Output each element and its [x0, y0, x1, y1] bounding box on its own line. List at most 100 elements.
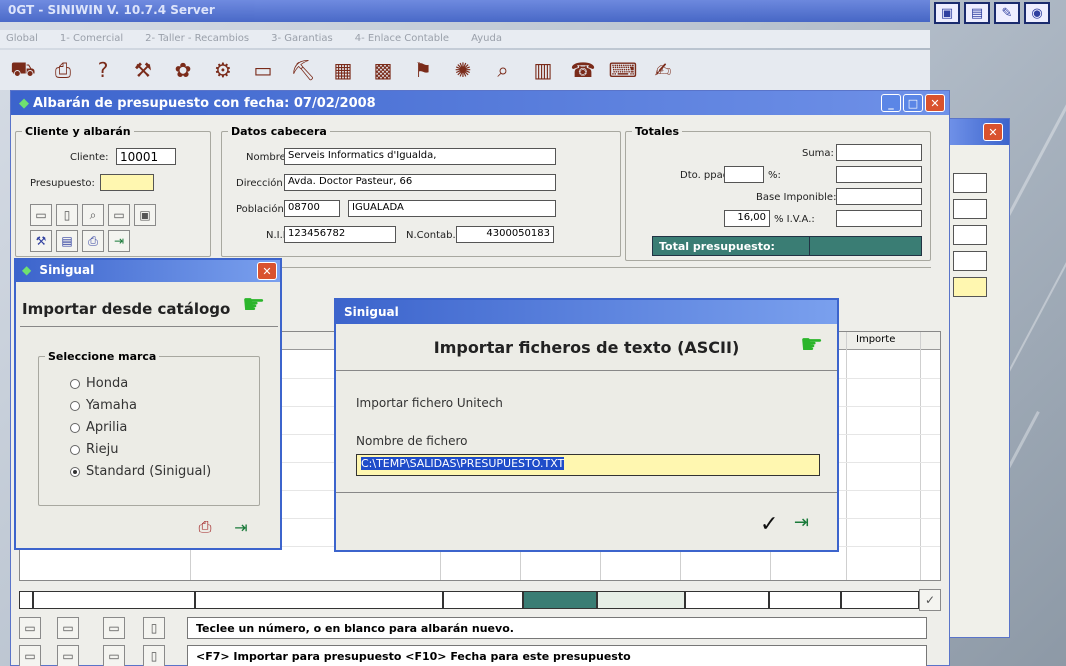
app-logo-icon: ◆: [19, 95, 29, 111]
print-icon[interactable]: ⎙: [82, 230, 104, 252]
accept-check-icon[interactable]: ✓: [760, 512, 778, 537]
nav-first-icon[interactable]: ▭: [19, 617, 41, 639]
chart-icon[interactable]: ▤: [964, 2, 990, 24]
nav-prev-icon[interactable]: ▭: [57, 617, 79, 639]
new-doc-icon[interactable]: ▯: [56, 204, 78, 226]
minimize-icon[interactable]: _: [881, 94, 901, 112]
bus-icon[interactable]: ▥: [528, 55, 558, 85]
catalog-dialog: ◆ Sinigual ✕ Importar desde catálogo ☛ S…: [14, 258, 282, 550]
status-line-1: Teclee un número, o en blanco para albar…: [187, 617, 927, 639]
cliente-group: Cliente y albarán Cliente: 10001 Presupu…: [15, 125, 211, 257]
status-line-2: <F7> Importar para presupuesto <F10> Fec…: [187, 645, 927, 666]
window-icon[interactable]: ▣: [934, 2, 960, 24]
menu-enlace[interactable]: 4- Enlace Contable: [355, 33, 449, 45]
file-name-field[interactable]: C:\TEMP\SALIDAS\PRESUPUESTO.TXT: [356, 454, 820, 476]
bricks-icon[interactable]: ▦: [328, 55, 358, 85]
hand-icon: ☛: [242, 290, 266, 320]
iva-field[interactable]: [836, 210, 922, 227]
ncontab-field[interactable]: 4300050183: [456, 226, 554, 243]
dto-amount-field[interactable]: [836, 166, 922, 183]
nav-doc-icon[interactable]: ▯: [143, 617, 165, 639]
print-icon[interactable]: ⎙: [194, 516, 216, 538]
menu-garantias[interactable]: 3- Garantias: [271, 33, 333, 45]
importe-header: Importe: [856, 334, 896, 345]
radio-rieju[interactable]: Rieju: [70, 442, 119, 457]
exit-icon[interactable]: ⇥: [794, 512, 809, 533]
sprocket-icon[interactable]: ✺: [448, 55, 478, 85]
total-field[interactable]: [809, 237, 923, 255]
radio-yamaha[interactable]: Yamaha: [70, 398, 137, 413]
radio-aprilia[interactable]: Aprilia: [70, 420, 127, 435]
ascii-heading: Importar ficheros de texto (ASCII): [433, 338, 740, 357]
vehicle-icon[interactable]: ⛟: [8, 55, 38, 85]
iva-rate-field[interactable]: 16,00: [724, 210, 770, 227]
cliente-field[interactable]: 10001: [116, 148, 176, 165]
nav-d-icon[interactable]: ▯: [143, 645, 165, 666]
cabecera-group: Datos cabecera Nombre Serveis Informatic…: [221, 125, 621, 257]
radio-standard[interactable]: Standard (Sinigual): [70, 464, 211, 479]
computer-icon[interactable]: ⌨: [608, 55, 638, 85]
nav-b-icon[interactable]: ▭: [57, 645, 79, 666]
printer-icon[interactable]: ⎙: [48, 55, 78, 85]
alarm-icon[interactable]: ☎: [568, 55, 598, 85]
menu-taller[interactable]: 2- Taller - Recambios: [145, 33, 249, 45]
base-label: Base Imponible:: [756, 192, 837, 203]
radio-honda[interactable]: Honda: [70, 376, 128, 391]
totales-group-title: Totales: [632, 125, 683, 138]
maximize-icon[interactable]: □: [903, 94, 923, 112]
tractor-icon[interactable]: ⛏: [288, 55, 318, 85]
cliente-group-title: Cliente y albarán: [22, 125, 134, 138]
ascii-import-dialog: Sinigual Importar ficheros de texto (ASC…: [334, 298, 839, 552]
binoculars-icon[interactable]: ⌕: [82, 204, 104, 226]
close-icon[interactable]: ✕: [925, 94, 945, 112]
exit-icon[interactable]: ⇥: [108, 230, 130, 252]
ascii-dialog-title: Sinigual: [344, 305, 399, 319]
close-icon[interactable]: ✕: [257, 262, 277, 280]
nombre-label: Nombre: [246, 152, 286, 163]
help-icon[interactable]: ?: [88, 55, 118, 85]
total-label: Total presupuesto:: [659, 240, 775, 253]
app-icon[interactable]: ◉: [1024, 2, 1050, 24]
direccion-label: Dirección: [236, 178, 283, 189]
save-icon[interactable]: ▣: [134, 204, 156, 226]
app-title: 0GT - SINIWIN V. 10.7.4 Server: [8, 3, 215, 17]
calendar-icon[interactable]: ▩: [368, 55, 398, 85]
suma-field[interactable]: [836, 144, 922, 161]
first-icon[interactable]: ▭: [30, 204, 52, 226]
file-label: Nombre de fichero: [356, 434, 468, 448]
pct-label: %:: [768, 170, 781, 181]
close-icon[interactable]: ✕: [983, 123, 1003, 141]
gift-icon[interactable]: ✿: [168, 55, 198, 85]
magnifier-icon[interactable]: ⌕: [488, 55, 518, 85]
menu-global[interactable]: Global: [6, 33, 38, 45]
nombre-field[interactable]: Serveis Informatics d'Igualda,: [284, 148, 556, 165]
nav-a-icon[interactable]: ▭: [19, 645, 41, 666]
prev-icon[interactable]: ▭: [108, 204, 130, 226]
edit-icon[interactable]: ✎: [994, 2, 1020, 24]
ncontab-label: N.Contab.: [406, 230, 456, 241]
presupuesto-field[interactable]: [100, 174, 154, 191]
direccion-field[interactable]: Avda. Doctor Pasteur, 66: [284, 174, 556, 191]
catalog-dialog-title: Sinigual: [39, 263, 95, 277]
menu-comercial[interactable]: 1- Comercial: [60, 33, 123, 45]
dto-field[interactable]: [724, 166, 764, 183]
nav-next-icon[interactable]: ▭: [103, 617, 125, 639]
tools-icon[interactable]: ⚒: [30, 230, 52, 252]
check-icon[interactable]: ✓: [919, 589, 941, 611]
poblacion-field[interactable]: IGUALADA: [348, 200, 556, 217]
nif-field[interactable]: 123456782: [284, 226, 396, 243]
pen-icon[interactable]: ✍: [648, 55, 678, 85]
folder-icon[interactable]: ▤: [56, 230, 78, 252]
tools-icon[interactable]: ⚒: [128, 55, 158, 85]
cp-field[interactable]: 08700: [284, 200, 340, 217]
menu-ayuda[interactable]: Ayuda: [471, 33, 502, 45]
background-window: ✕: [948, 118, 1010, 638]
gears-icon[interactable]: ⚙: [208, 55, 238, 85]
flag-icon[interactable]: ⚑: [408, 55, 438, 85]
suma-label: Suma:: [802, 148, 834, 159]
nav-c-icon[interactable]: ▭: [103, 645, 125, 666]
cabecera-group-title: Datos cabecera: [228, 125, 330, 138]
base-field[interactable]: [836, 188, 922, 205]
exit-icon[interactable]: ⇥: [230, 516, 252, 538]
monitor-icon[interactable]: ▭: [248, 55, 278, 85]
